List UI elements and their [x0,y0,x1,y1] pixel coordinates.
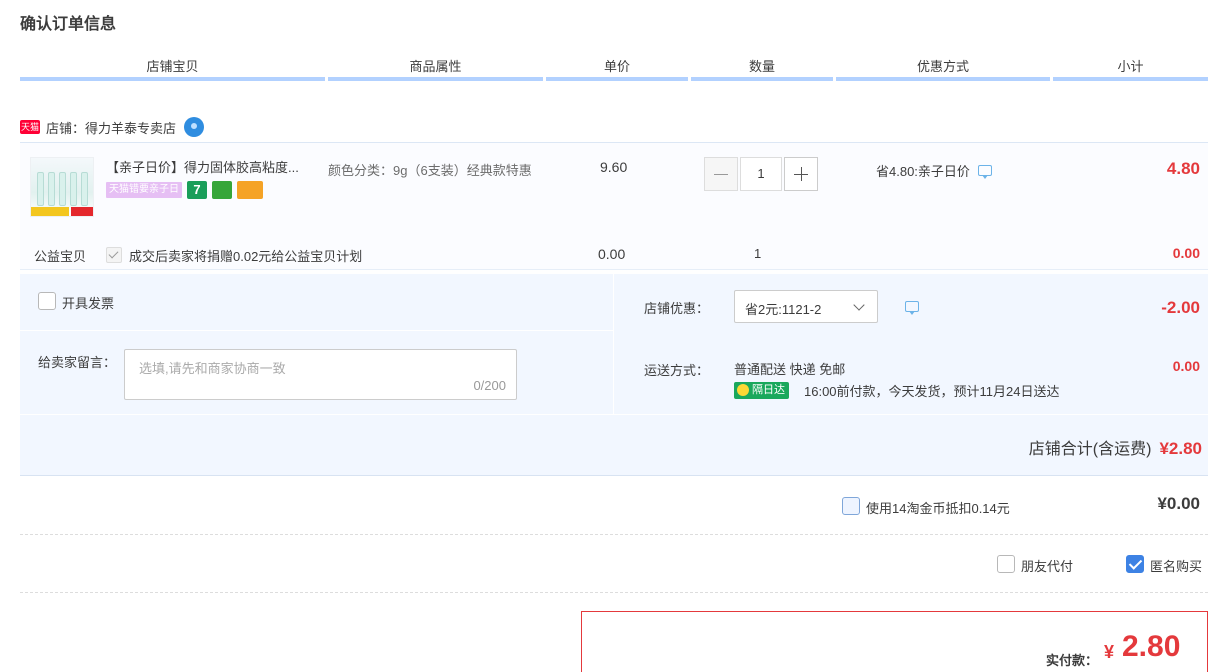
shop-total-amount: ¥2.80 [1159,439,1202,458]
memo-label: 给卖家留言： [38,355,117,370]
shop-row: 天猫 店铺：得力羊泰专卖店 [20,116,205,138]
seven-day-return-icon: 7 [187,181,207,199]
shop-total-label: 店铺合计(含运费) [1028,441,1152,458]
comment-icon[interactable] [977,165,992,179]
shop-discount-select[interactable]: 省2元:1121-2 [734,290,878,323]
shipping-method: 普通配送 快递 免邮 [734,362,846,377]
page-title: 确认订单信息 [20,16,117,33]
taobao-coin-row: 使用14淘金币抵扣0.14元 ¥0.00 [20,477,1208,535]
charity-price: 0.00 [598,246,626,262]
memo-placeholder: 选填,请先和商家协商一致 [139,361,286,376]
comment-icon[interactable] [905,301,919,315]
order-options-panel: 开具发票 给卖家留言： 选填,请先和商家协商一致 0/200 店铺优惠： 省2元… [20,274,1208,476]
col-underline [546,77,688,81]
invoice-label[interactable]: 开具发票 [62,293,114,312]
thumb-bottle [37,172,44,206]
item-subtotal: 4.80 [1166,159,1200,178]
shop-total: 店铺合计(含运费) ¥2.80 [1029,435,1202,459]
friend-pay-checkbox[interactable] [997,555,1015,573]
charity-subtotal: 0.00 [1172,245,1200,261]
item-discount: 省4.80:亲子日价 [876,161,992,180]
payment-options-row: 朋友代付 匿名购买 [20,535,1208,593]
divider [20,330,613,331]
next-day-text: 隔日达 [752,384,785,396]
item-panel: 【亲子日价】得力固体胶高粘度... 天猫错要亲子日 7 颜色分类：9g（6支装）… [20,142,1208,270]
final-currency: ¥ [1104,642,1115,662]
product-title-link[interactable]: 【亲子日价】得力固体胶高粘度... [106,159,322,177]
wangwang-chat-icon[interactable] [184,117,205,137]
plus-icon [801,167,802,181]
thumb-bottle [48,172,55,206]
minus-icon [714,174,728,175]
discount-text: 省4.80:亲子日价 [876,164,970,179]
shop-discount-value: 省2元:1121-2 [745,302,822,317]
credit-card-icon [237,181,263,199]
charity-text: 成交后卖家将捐赠0.02元给公益宝贝计划 [129,249,363,264]
tmall-icon: 天猫 [20,120,40,134]
chevron-down-icon [853,299,865,311]
next-day-badge: 隔日达 [734,382,789,399]
shield-icon [212,181,232,199]
anonymous-label[interactable]: 匿名购买 [1150,556,1202,575]
invoice-checkbox[interactable] [38,292,56,310]
col-underline [20,77,325,81]
thumb-tag [71,207,93,216]
col-underline [836,77,1050,81]
col-subtotal: 小计 [1117,59,1144,74]
thumb-tag [31,207,69,216]
increase-button[interactable] [784,157,818,191]
col-underline [1053,77,1208,81]
shipping-fee: 0.00 [1172,358,1200,374]
quantity-input[interactable]: 1 [740,157,782,191]
product-thumbnail[interactable] [30,157,94,217]
thumb-bottle [59,172,66,206]
col-unit-price: 单价 [603,59,630,74]
col-underline [328,77,543,81]
thumb-bottle [70,172,77,206]
product-attributes: 颜色分类：9g（6支装）经典款特惠 [328,163,532,178]
col-quantity: 数量 [748,59,775,74]
column-header: 店铺宝贝 商品属性 单价 数量 优惠方式 小计 [20,56,1208,82]
memo-char-count: 0/200 [473,378,506,393]
anonymous-checkbox[interactable] [1126,555,1144,573]
promo-badge: 天猫错要亲子日 [106,182,182,198]
shop-discount-label: 店铺优惠： [644,301,710,316]
col-shop-item: 店铺宝贝 [146,59,199,74]
divider [613,274,614,414]
charity-label: 公益宝贝 [34,249,87,264]
decrease-button[interactable] [704,157,738,191]
lightning-icon [737,384,749,396]
divider [20,414,1208,415]
final-label: 实付款： [1046,653,1099,668]
col-discount: 优惠方式 [916,59,969,74]
final-amount: 2.80 [1122,630,1181,663]
unit-price: 9.60 [600,159,628,175]
friend-pay-label[interactable]: 朋友代付 [1021,556,1073,575]
coin-amount: ¥0.00 [1157,494,1200,513]
shipping-note: 16:00前付款，今天发货，预计11月24日送达 [804,384,1060,399]
shipping-label: 运送方式： [644,363,710,378]
col-attributes: 商品属性 [409,59,462,74]
charity-quantity: 1 [754,246,762,261]
quantity-stepper: 1 [704,157,818,191]
shop-discount-amount: -2.00 [1161,298,1200,317]
coin-checkbox[interactable] [842,497,860,515]
promo-icons: 天猫错要亲子日 7 [106,180,263,200]
coin-label[interactable]: 使用14淘金币抵扣0.14元 [866,498,1010,517]
shop-name-link[interactable]: 店铺：得力羊泰专卖店 [46,118,176,137]
charity-checkbox[interactable] [106,247,122,263]
memo-textarea[interactable]: 选填,请先和商家协商一致 0/200 [124,349,517,400]
thumb-bottle [81,172,88,206]
col-underline [691,77,833,81]
final-payment-box: 实付款： ¥ 2.80 [581,611,1208,672]
